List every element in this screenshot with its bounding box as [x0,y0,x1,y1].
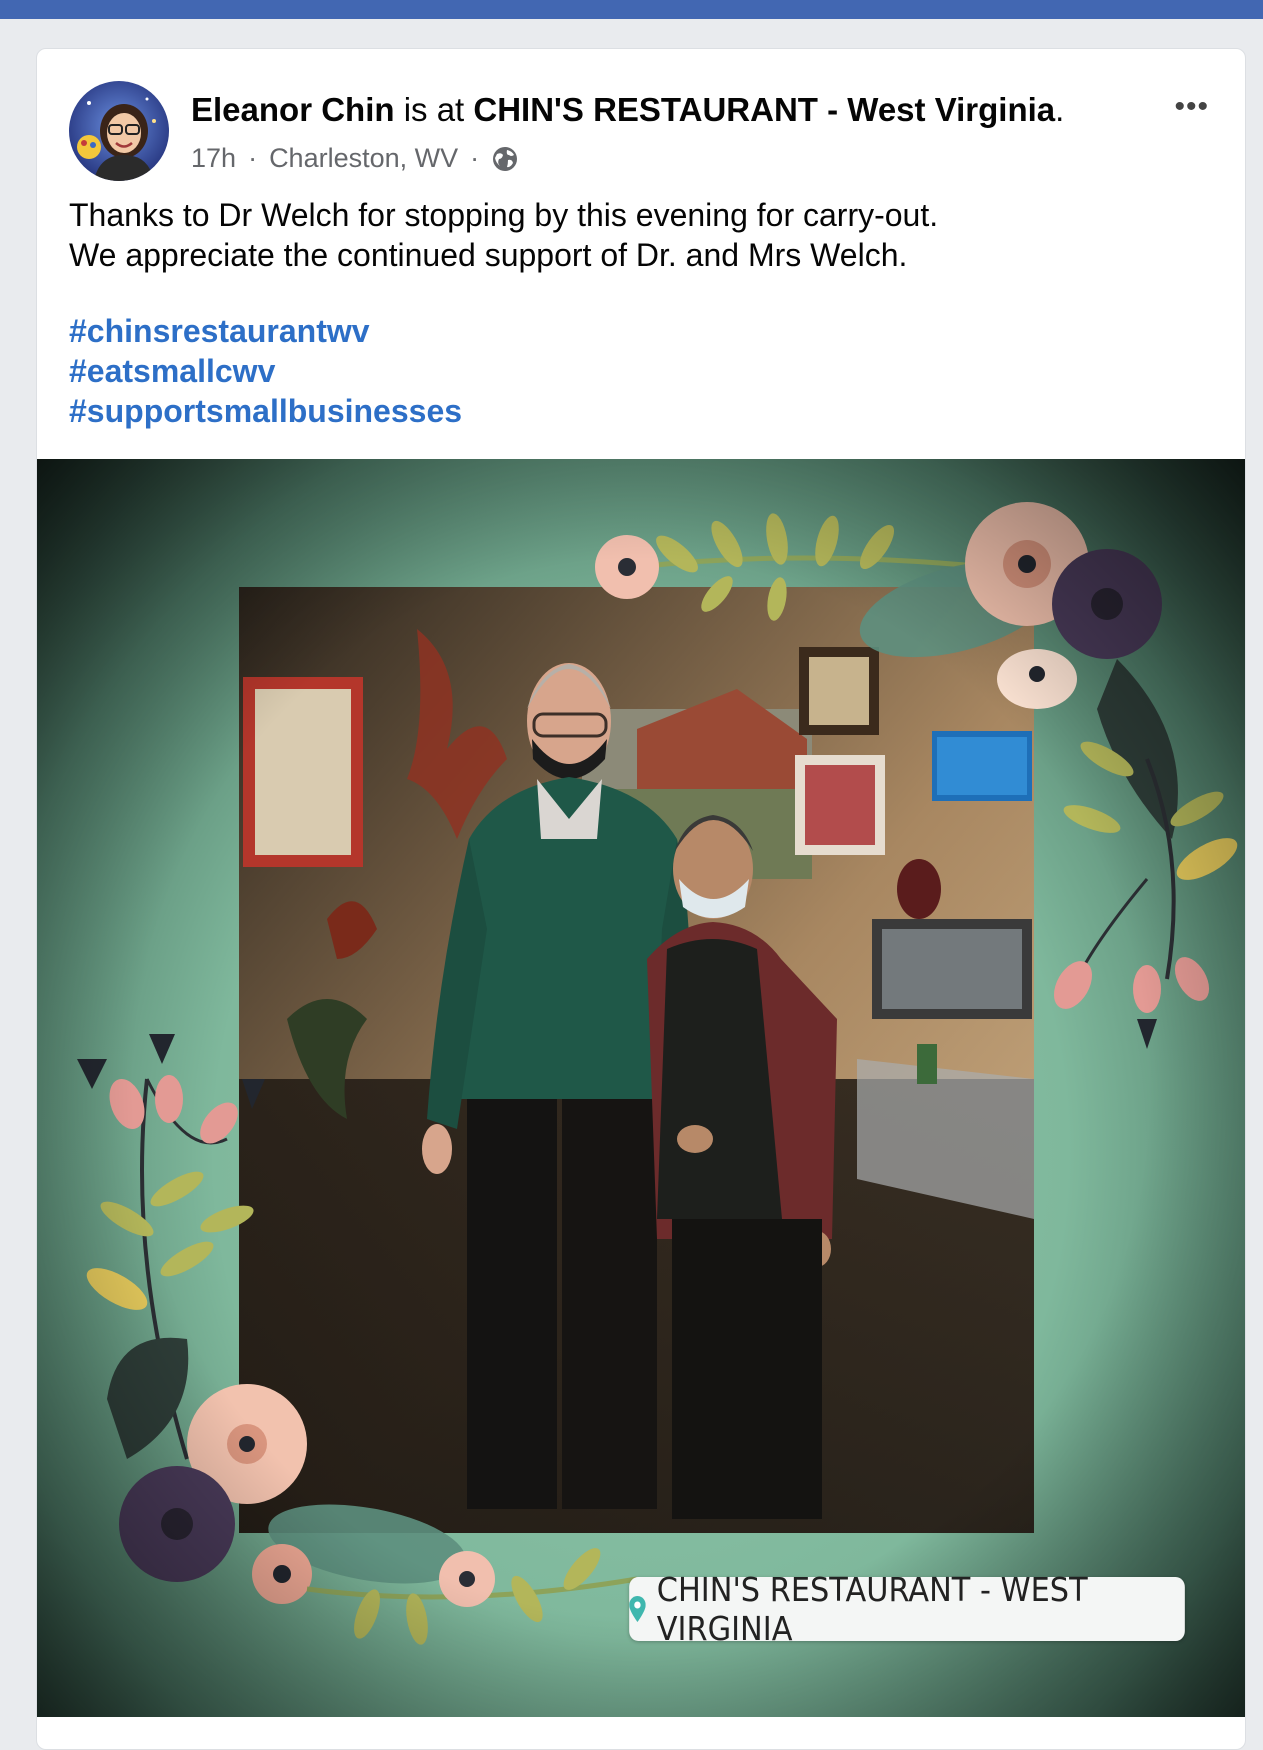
headline-connector: is at [394,91,474,128]
post-headline: Eleanor Chin is at CHIN'S RESTAURANT - W… [191,91,1064,129]
hashtag-link[interactable]: #eatsmallcwv [69,351,462,391]
hashtag-list: #chinsrestaurantwv #eatsmallcwv #support… [69,311,462,431]
top-nav-bar [0,0,1263,19]
post-text: Thanks to Dr Welch for stopping by this … [69,195,938,275]
location-sticker-label: CHIN'S RESTAURANT - WEST VIRGINIA [656,1570,1088,1648]
meta-separator: · [248,143,258,173]
avatar[interactable] [69,81,169,181]
post-location[interactable]: Charleston, WV [269,143,458,174]
more-options-button[interactable]: ••• [1174,92,1209,122]
post-text-line: Thanks to Dr Welch for stopping by this … [69,197,939,233]
post-timestamp[interactable]: 17h [191,143,236,174]
author-name[interactable]: Eleanor Chin [191,91,395,128]
headline-period: . [1055,91,1065,128]
hashtag-link[interactable]: #supportsmallbusinesses [69,391,462,431]
checkin-place-link[interactable]: CHIN'S RESTAURANT - West Virginia [473,91,1055,128]
post-meta: 17h · Charleston, WV · [191,143,519,174]
meta-separator: · [470,143,480,173]
photo-artwork [37,459,1245,1717]
post-photo[interactable]: CHIN'S RESTAURANT - WEST VIRGINIA [37,459,1245,1717]
location-sticker: CHIN'S RESTAURANT - WEST VIRGINIA [629,1570,1185,1648]
hashtag-link[interactable]: #chinsrestaurantwv [69,311,462,351]
post-card: Eleanor Chin is at CHIN'S RESTAURANT - W… [36,48,1246,1750]
map-pin-icon [629,1596,646,1622]
post-text-line: We appreciate the continued support of D… [69,237,908,273]
globe-icon[interactable] [491,145,519,173]
